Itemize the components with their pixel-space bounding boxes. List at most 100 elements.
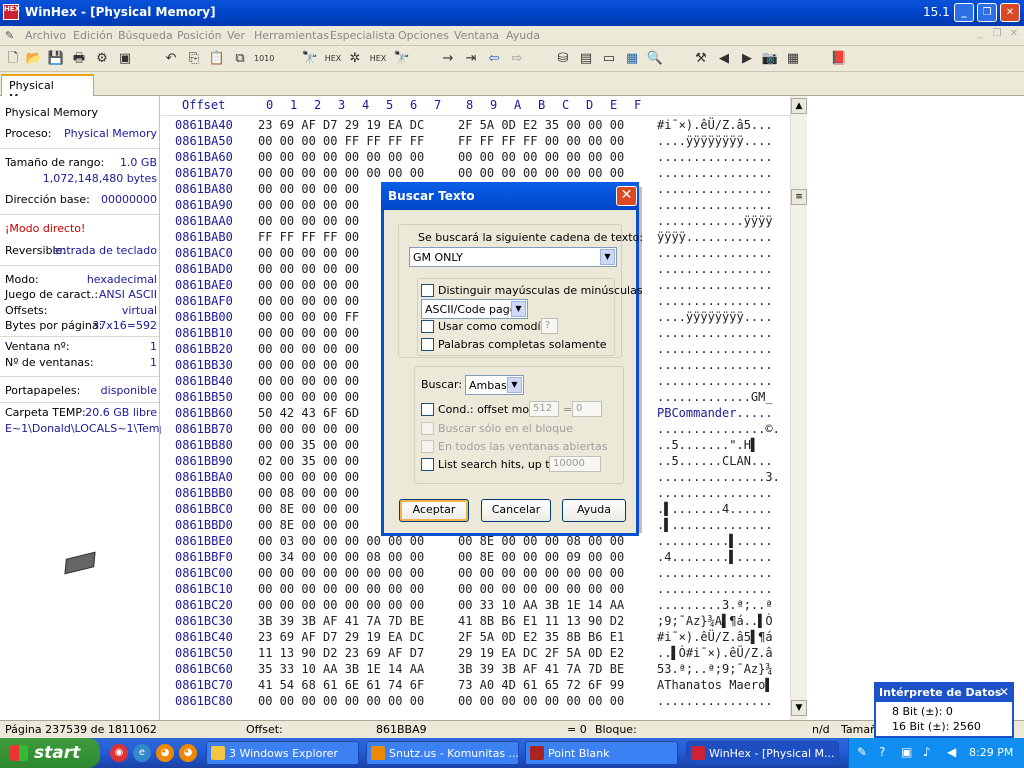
row-hex[interactable]: 50 42 43 6F 6D (258, 406, 359, 420)
next-icon[interactable]: ▶ (738, 50, 756, 68)
row-hex[interactable]: 00 00 00 00 00 00 00 00 (258, 166, 424, 180)
row-text[interactable]: ................ (657, 694, 773, 708)
drive-icon[interactable]: ▭ (600, 50, 618, 68)
row-hex[interactable]: 00 00 00 00 00 00 00 00 (258, 566, 424, 580)
mdi-close-icon[interactable]: ✕ (1006, 28, 1022, 42)
find-text-icon[interactable]: 🔭 (301, 50, 319, 68)
find-again-icon[interactable]: 🔭 (393, 50, 411, 68)
row-hex[interactable]: 00 8E 00 00 00 (258, 502, 359, 516)
hex-row[interactable]: 0861BC70 41 54 68 61 6E 61 74 6F 73 A0 4D … (161, 678, 807, 694)
ram-icon[interactable]: ▤ (577, 50, 595, 68)
row-text[interactable]: ..5......CLAN... (657, 454, 773, 468)
row-text[interactable]: ................ (657, 278, 773, 292)
hex-row[interactable]: 0861BBE0 00 03 00 00 00 00 00 00 00 8E 00 … (161, 534, 807, 550)
row-hex[interactable]: 00 00 00 00 00 (258, 246, 359, 260)
row-hex[interactable]: 23 69 AF D7 29 19 EA DC (258, 630, 424, 644)
row-hex[interactable]: 00 00 00 00 00 00 00 00 (458, 694, 624, 708)
row-text[interactable]: ................ (657, 374, 773, 388)
row-hex[interactable]: 00 00 00 00 00 00 00 00 (258, 598, 424, 612)
goto-page-icon[interactable]: ⇥ (462, 50, 480, 68)
menu-archivo[interactable]: Archivo (25, 29, 66, 42)
properties-icon[interactable]: ⚙ (93, 50, 111, 68)
search-text-combo[interactable]: GM ONLY ▼ (409, 247, 617, 267)
row-text[interactable]: ................ (657, 198, 773, 212)
row-hex[interactable]: FF FF FF FF 00 (258, 230, 359, 244)
ayuda-button[interactable]: Ayuda (562, 499, 626, 522)
hex-row[interactable]: 0861BC80 00 00 00 00 00 00 00 00 00 00 00 … (161, 694, 807, 710)
row-text[interactable]: ...............©. (657, 422, 780, 436)
hex-row[interactable]: 0861BC30 3B 39 3B AF 41 7A 7D BE 41 8B B6 … (161, 614, 807, 630)
row-text[interactable]: ................ (657, 582, 773, 596)
case-sensitive-checkbox[interactable] (421, 284, 434, 297)
clipboard-icon[interactable]: ⧉ (231, 50, 249, 68)
whole-words-checkbox[interactable] (421, 338, 434, 351)
tray-network-icon[interactable]: ▣ (901, 745, 912, 759)
row-text[interactable]: ..5.......".H▌ (657, 438, 758, 452)
tray-help-icon[interactable]: ? (879, 745, 885, 759)
direction-select[interactable]: Ambas ▼ (465, 375, 524, 395)
forward-arrow-icon[interactable]: ⇨ (508, 50, 526, 68)
row-hex[interactable]: 00 00 00 00 00 (258, 358, 359, 372)
row-hex[interactable]: 23 69 AF D7 29 19 EA DC (258, 118, 424, 132)
row-hex[interactable]: 00 8E 00 00 00 08 00 00 (458, 534, 624, 548)
row-hex[interactable]: 00 00 00 00 00 (258, 390, 359, 404)
row-hex[interactable]: 00 00 00 00 00 (258, 374, 359, 388)
calculator-icon[interactable]: ▦ (623, 50, 641, 68)
row-hex[interactable]: 00 00 00 00 00 (258, 198, 359, 212)
replace-text-icon[interactable]: ✲ (346, 50, 364, 68)
binary-icon[interactable]: 1010 (254, 50, 274, 68)
menu-edicion[interactable]: Edición (73, 29, 113, 42)
goto-offset-icon[interactable]: → (439, 50, 457, 68)
book-icon[interactable]: 📕 (830, 50, 848, 68)
list-hits-checkbox[interactable] (421, 458, 434, 471)
find-hex-icon[interactable]: HEX (324, 50, 342, 68)
row-text[interactable]: ....ÿÿÿÿÿÿÿÿ.... (657, 310, 773, 324)
mdi-minimize-icon[interactable]: _ (972, 28, 988, 42)
row-hex[interactable]: 29 19 EA DC 2F 5A 0D E2 (458, 646, 624, 660)
row-text[interactable]: ................ (657, 358, 773, 372)
row-text[interactable]: ................ (657, 342, 773, 356)
firefox-icon-2[interactable]: ◕ (179, 744, 197, 762)
row-hex[interactable]: 00 00 00 00 00 (258, 262, 359, 276)
ie-icon[interactable]: e (133, 744, 151, 762)
chrome-icon[interactable]: ◉ (110, 744, 128, 762)
tab-physical-memory[interactable]: Physical Memory (1, 74, 94, 105)
dialog-close-button[interactable]: ✕ (616, 186, 637, 206)
row-hex[interactable]: 35 33 10 AA 3B 1E 14 AA (258, 662, 424, 676)
row-text[interactable]: .▌.............. (657, 518, 773, 532)
row-text[interactable]: ;9;¯Az}¾A▌¶á..▌Ò (657, 614, 773, 628)
menu-ventana[interactable]: Ventana (454, 29, 499, 42)
row-hex[interactable]: 00 00 00 00 00 00 00 00 (458, 166, 624, 180)
row-hex[interactable]: FF FF FF FF 00 00 00 00 (458, 134, 624, 148)
tools-icon[interactable]: ⚒ (692, 50, 710, 68)
row-hex[interactable]: 00 00 00 00 00 00 00 00 (258, 694, 424, 708)
row-hex[interactable]: 3B 39 3B AF 41 7A 7D BE (458, 662, 624, 676)
grid-icon[interactable]: ▦ (784, 50, 802, 68)
scroll-down-icon[interactable]: ▼ (791, 700, 807, 716)
row-text[interactable]: ................ (657, 262, 773, 276)
row-hex[interactable]: 02 00 35 00 00 (258, 454, 359, 468)
vertical-scrollbar[interactable]: ▲ ≡ ▼ (790, 96, 807, 720)
chevron-down-icon[interactable]: ▼ (507, 377, 522, 393)
back-arrow-icon[interactable]: ⇦ (485, 50, 503, 68)
replace-hex-icon[interactable]: HEX (369, 50, 387, 68)
task-windows-explorer[interactable]: 3 Windows Explorer (206, 741, 359, 765)
row-hex[interactable]: 2F 5A 0D E2 35 00 00 00 (458, 118, 624, 132)
row-text[interactable]: AThanatos Maero▌ (657, 678, 773, 692)
mdi-restore-icon[interactable]: ❐ (989, 28, 1005, 42)
row-text[interactable]: .▌.......4...... (657, 502, 773, 516)
row-text[interactable]: ................ (657, 486, 773, 500)
row-hex[interactable]: 00 00 00 00 00 (258, 326, 359, 340)
row-hex[interactable]: 00 00 00 00 00 00 00 00 (258, 582, 424, 596)
hex-row[interactable]: 0861BC50 11 13 90 D2 23 69 AF D7 29 19 EA … (161, 646, 807, 662)
row-hex[interactable]: 00 00 00 00 00 00 00 00 (458, 582, 624, 596)
interpreter-close-icon[interactable]: ✕ (999, 685, 1009, 699)
winhex-app-icon[interactable]: HEX (3, 4, 20, 20)
menu-busqueda[interactable]: Búsqueda (118, 29, 173, 42)
hex-row[interactable]: 0861BA70 00 00 00 00 00 00 00 00 00 00 00 … (161, 166, 807, 182)
tray-tool-icon[interactable]: ✎ (857, 745, 867, 759)
row-hex[interactable]: 11 13 90 D2 23 69 AF D7 (258, 646, 424, 660)
hex-row[interactable]: 0861BA60 00 00 00 00 00 00 00 00 00 00 00 … (161, 150, 807, 166)
menu-especialista[interactable]: Especialista (330, 29, 395, 42)
offset-mod-input[interactable]: 512 (529, 401, 559, 417)
